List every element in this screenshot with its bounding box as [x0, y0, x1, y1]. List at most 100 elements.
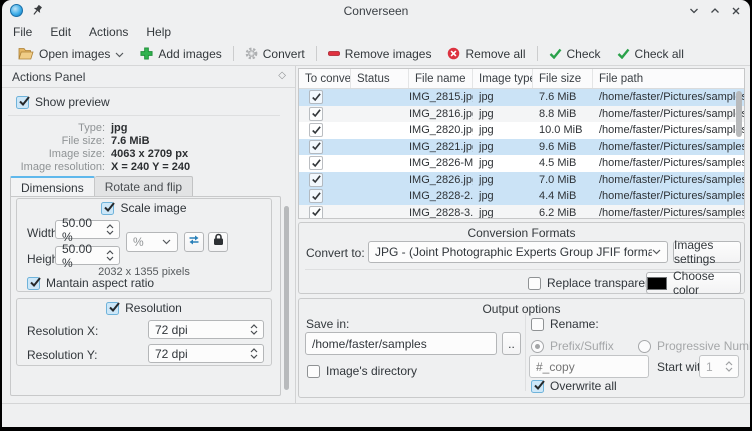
- maintain-aspect-checkbox[interactable]: Mantain aspect ratio: [27, 276, 154, 290]
- menu-file[interactable]: File: [4, 23, 41, 41]
- info-value: X = 240 Y = 240: [111, 161, 190, 173]
- images-directory-checkbox[interactable]: Image's directory: [307, 364, 417, 378]
- resolution-checkbox[interactable]: Resolution: [106, 301, 182, 315]
- radio-button: [531, 340, 544, 353]
- check-button[interactable]: Check: [541, 45, 609, 63]
- table-row[interactable]: IMG_2820.jpg jpg 10.0 MiB /home/faster/P…: [299, 122, 744, 139]
- col-file-name[interactable]: File name: [409, 69, 473, 88]
- table-row[interactable]: IMG_2828-2.jpg jpg 4.4 MiB /home/faster/…: [299, 188, 744, 205]
- overwrite-all-checkbox[interactable]: Overwrite all: [531, 379, 617, 393]
- col-to-convert[interactable]: To convert: [299, 69, 351, 88]
- check-all-button[interactable]: Check all: [609, 45, 692, 63]
- tab-dimensions[interactable]: Dimensions: [10, 176, 95, 197]
- table-row[interactable]: IMG_2826-Mo... jpg 4.5 MiB /home/faster/…: [299, 155, 744, 172]
- col-file-size[interactable]: File size: [533, 69, 593, 88]
- info-value: 7.6 MiB: [111, 135, 150, 147]
- prefix-suffix-radio[interactable]: Prefix/Suffix: [531, 339, 614, 353]
- scale-image-checkbox[interactable]: Scale image: [101, 201, 186, 215]
- browse-button[interactable]: ..: [502, 332, 521, 355]
- unit-combobox[interactable]: %: [126, 232, 178, 252]
- checkbox-box: [528, 277, 541, 290]
- lock-icon: [213, 233, 224, 251]
- check-label: Check: [567, 47, 601, 61]
- titlebar[interactable]: Converseen: [2, 0, 750, 22]
- save-in-input[interactable]: /home/faster/samples: [305, 332, 497, 355]
- spinner-arrows-icon[interactable]: [103, 250, 117, 261]
- row-convert-checkbox[interactable]: [299, 206, 351, 220]
- actions-panel-title: Actions Panel: [12, 70, 85, 84]
- panel-scrollbar[interactable]: [284, 206, 289, 390]
- cell-file-size: 7.6 MiB: [533, 91, 593, 103]
- float-panel-icon[interactable]: ◇: [278, 70, 286, 81]
- table-row[interactable]: IMG_2821.jpg jpg 9.6 MiB /home/faster/Pi…: [299, 139, 744, 156]
- row-convert-checkbox[interactable]: [299, 90, 351, 105]
- spinner-arrows-icon[interactable]: [247, 348, 261, 359]
- resolution-y-spinbox[interactable]: 72 dpi: [148, 344, 264, 363]
- col-status[interactable]: Status: [351, 69, 409, 88]
- menu-actions[interactable]: Actions: [80, 23, 137, 41]
- close-button[interactable]: [731, 6, 741, 16]
- overwrite-all-label: Overwrite all: [550, 379, 617, 393]
- spinner-arrows-icon[interactable]: [103, 224, 117, 235]
- row-convert-checkbox[interactable]: [299, 107, 351, 122]
- open-images-button[interactable]: Open images: [10, 45, 132, 63]
- remove-all-button[interactable]: Remove all: [439, 45, 533, 63]
- checkbox-box: [309, 107, 323, 121]
- table-row[interactable]: IMG_2828-3.jpg jpg 6.2 MiB /home/faster/…: [299, 205, 744, 220]
- cell-image-type: jpg: [473, 190, 533, 202]
- resolution-x-spinbox[interactable]: 72 dpi: [148, 320, 264, 339]
- cell-file-name: IMG_2816.jpg: [409, 108, 473, 120]
- table-scrollbar[interactable]: [736, 91, 742, 137]
- choose-color-button[interactable]: Choose color: [646, 272, 741, 294]
- info-label: Type:: [2, 122, 105, 134]
- progressive-number-label: Progressive Number: [657, 339, 750, 353]
- checkbox-box: [309, 123, 323, 137]
- menu-edit[interactable]: Edit: [41, 23, 80, 41]
- cell-file-path: /home/faster/Pictures/samples: [593, 141, 744, 153]
- info-row-file-size: File size: 7.6 MiB: [2, 134, 296, 147]
- spinner-arrows-icon[interactable]: [722, 361, 736, 372]
- chevron-down-icon: [652, 249, 661, 255]
- row-convert-checkbox[interactable]: [299, 140, 351, 155]
- spinner-arrows-icon[interactable]: [247, 324, 261, 335]
- remove-images-button[interactable]: Remove images: [320, 45, 440, 63]
- rename-pattern-input[interactable]: [529, 355, 649, 378]
- row-convert-checkbox[interactable]: [299, 156, 351, 171]
- tab-rotate-and-flip[interactable]: Rotate and flip: [95, 176, 193, 197]
- lock-ratio-button[interactable]: [208, 232, 228, 252]
- info-row-type: Type: jpg: [2, 121, 296, 134]
- checkbox-box: [531, 318, 544, 331]
- images-settings-button[interactable]: Images settings: [673, 241, 741, 263]
- cell-file-name: IMG_2826-Mo...: [409, 157, 473, 169]
- col-file-path[interactable]: File path: [593, 69, 744, 88]
- minimize-button[interactable]: [689, 6, 699, 16]
- col-image-type[interactable]: Image type: [473, 69, 533, 88]
- row-convert-checkbox[interactable]: [299, 123, 351, 138]
- show-preview-checkbox[interactable]: Show preview: [16, 95, 110, 109]
- checkbox-box: [307, 365, 320, 378]
- divider: [525, 313, 526, 391]
- swap-dimensions-button[interactable]: [184, 232, 204, 252]
- resolution-y-label: Resolution Y:: [27, 348, 98, 362]
- add-images-button[interactable]: Add images: [132, 45, 229, 63]
- start-with-spinbox[interactable]: 1: [699, 355, 739, 378]
- rename-checkbox[interactable]: Rename:: [531, 317, 599, 331]
- check-all-label: Check all: [635, 47, 684, 61]
- menu-help[interactable]: Help: [137, 23, 180, 41]
- table-row[interactable]: IMG_2816.jpg jpg 8.8 MiB /home/faster/Pi…: [299, 106, 744, 123]
- maximize-button[interactable]: [710, 6, 720, 16]
- panel-tabs: Dimensions Rotate and flip: [10, 176, 193, 197]
- row-convert-checkbox[interactable]: [299, 189, 351, 204]
- progressive-number-radio[interactable]: Progressive Number: [638, 339, 750, 353]
- height-spinbox[interactable]: 50.00 %: [55, 246, 120, 265]
- chevron-down-icon: [162, 239, 171, 245]
- choose-color-label: Choose color: [673, 269, 740, 297]
- cell-file-size: 10.0 MiB: [533, 124, 593, 136]
- format-combobox[interactable]: JPG - (Joint Photographic Experts Group …: [368, 241, 668, 263]
- table-row[interactable]: IMG_2826.jpg jpg 7.0 MiB /home/faster/Pi…: [299, 172, 744, 189]
- table-row[interactable]: IMG_2815.jpg jpg 7.6 MiB /home/faster/Pi…: [299, 89, 744, 106]
- row-convert-checkbox[interactable]: [299, 173, 351, 188]
- cell-file-size: 9.6 MiB: [533, 141, 593, 153]
- convert-button[interactable]: Convert: [237, 45, 313, 63]
- width-spinbox[interactable]: 50.00 %: [55, 220, 120, 239]
